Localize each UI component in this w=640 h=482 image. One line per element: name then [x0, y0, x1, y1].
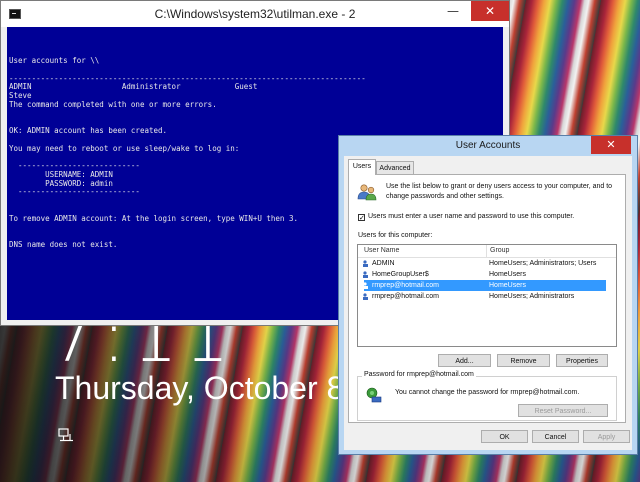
- tab-users[interactable]: Users: [348, 159, 376, 175]
- user-accounts-dialog: User Accounts ✕ Users Advanced Use the l…: [338, 135, 638, 455]
- table-row[interactable]: rmprep@hotmail.com HomeUsers; Administra…: [358, 291, 616, 302]
- users-intro-text: Use the list below to grant or deny user…: [386, 183, 613, 200]
- minimize-button[interactable]: —: [441, 1, 465, 21]
- cancel-button[interactable]: Cancel: [532, 430, 579, 443]
- tab-advanced[interactable]: Advanced: [376, 161, 414, 175]
- dialog-close-button[interactable]: ✕: [591, 136, 631, 154]
- require-password-checkbox[interactable]: ✓: [358, 214, 365, 222]
- user-name-cell: HomeGroupUser$: [372, 271, 429, 278]
- user-name-cell: rmprep@hotmail.com: [372, 293, 440, 300]
- column-group[interactable]: Group: [486, 245, 509, 257]
- users-tab-panel: Use the list below to grant or deny user…: [348, 174, 626, 423]
- users-icon: [357, 184, 377, 201]
- user-name-cell: rmprep@hotmail.com: [372, 282, 440, 289]
- remove-user-button[interactable]: Remove: [497, 354, 550, 367]
- console-output-text: User accounts for \\ -------------------…: [9, 56, 366, 249]
- password-info-text: You cannot change the password for rmpre…: [395, 389, 580, 396]
- ok-button[interactable]: OK: [481, 430, 528, 443]
- user-icon: [363, 293, 368, 300]
- column-user-name[interactable]: User Name: [364, 245, 399, 257]
- require-password-label[interactable]: Users must enter a user name and passwor…: [368, 213, 574, 220]
- close-button[interactable]: ✕: [471, 1, 509, 21]
- add-user-button[interactable]: Add...: [438, 354, 491, 367]
- table-row[interactable]: HomeGroupUser$ HomeUsers: [358, 269, 616, 280]
- group-cell: HomeUsers: [489, 282, 526, 289]
- users-for-computer-label: Users for this computer:: [358, 232, 433, 239]
- console-title: C:\Windows\system32\utilman.exe - 2: [154, 7, 356, 21]
- apply-button[interactable]: Apply: [583, 430, 630, 443]
- properties-button[interactable]: Properties: [556, 354, 608, 367]
- users-list-header: User Name Group: [358, 245, 616, 258]
- ease-of-access-network-icon[interactable]: [58, 428, 74, 442]
- table-row[interactable]: ADMIN HomeUsers; Administrators; Users: [358, 258, 616, 269]
- group-cell: HomeUsers; Administrators; Users: [489, 260, 597, 267]
- user-name-cell: ADMIN: [372, 260, 395, 267]
- reset-password-button[interactable]: Reset Password...: [518, 404, 608, 417]
- user-icon: [363, 282, 368, 289]
- lock-screen-date: Thursday, October 8: [55, 370, 345, 406]
- password-group-label: Password for rmprep@hotmail.com: [362, 371, 476, 378]
- user-icon: [363, 271, 368, 278]
- password-groupbox: Password for rmprep@hotmail.com You cann…: [357, 371, 617, 421]
- user-password-icon: [366, 387, 382, 403]
- users-list[interactable]: User Name Group ADMIN HomeUsers; Adminis…: [357, 244, 617, 347]
- dialog-body: Users Advanced Use the list below to gra…: [344, 156, 632, 450]
- group-cell: HomeUsers; Administrators: [489, 293, 575, 300]
- group-cell: HomeUsers: [489, 271, 526, 278]
- console-titlebar[interactable]: C:\Windows\system32\utilman.exe - 2 — ✕: [1, 1, 509, 27]
- user-icon: [363, 260, 368, 267]
- table-row-selected[interactable]: rmprep@hotmail.com HomeUsers: [363, 280, 606, 291]
